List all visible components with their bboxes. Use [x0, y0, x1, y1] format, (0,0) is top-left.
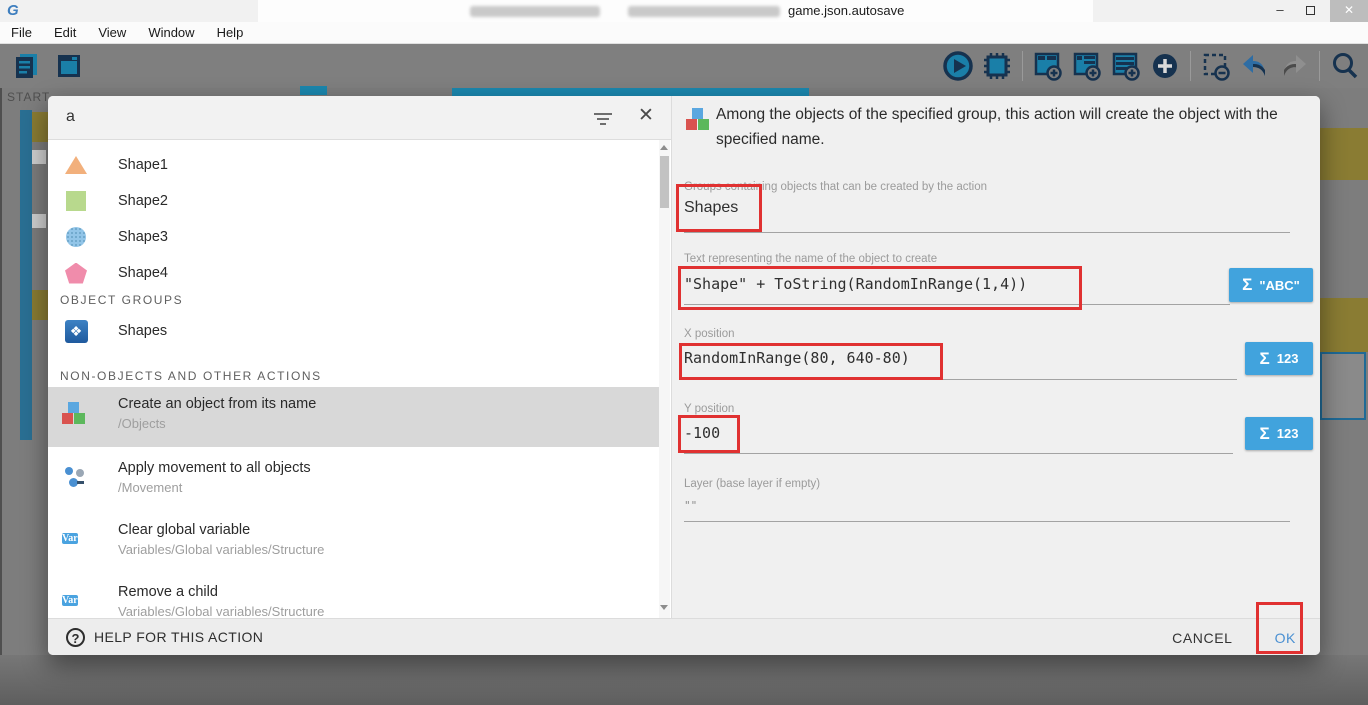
- circle-shape-icon: [64, 227, 88, 247]
- object-item-shape1[interactable]: Shape1: [48, 147, 660, 183]
- add-comment-icon[interactable]: [1109, 49, 1143, 83]
- background-comment-row: [1320, 298, 1368, 352]
- background-event-bar: [20, 110, 32, 440]
- background-tab-strip: [452, 88, 809, 96]
- background-comment-row: [1320, 128, 1368, 180]
- maximize-button[interactable]: [1296, 0, 1324, 22]
- action-description: Among the objects of the specified group…: [716, 102, 1312, 152]
- title-bar: G game.json.autosave – ✕: [0, 0, 1368, 22]
- movement-icon: [62, 466, 88, 492]
- field-label-object-name: Text representing the name of the object…: [684, 253, 937, 265]
- field-label-y-position: Y position: [684, 403, 734, 415]
- search-input[interactable]: a: [66, 108, 75, 126]
- redacted-path-blob: [470, 6, 600, 17]
- field-label-x-position: X position: [684, 328, 735, 340]
- variable-icon: Var: [62, 528, 88, 554]
- project-manager-icon[interactable]: [10, 49, 44, 83]
- redacted-path-blob: [628, 6, 780, 17]
- group-item-shapes[interactable]: ❖ Shapes: [48, 313, 660, 349]
- expression-builder-123-button[interactable]: Σ123: [1245, 342, 1313, 375]
- toolbar-separator: [1022, 51, 1023, 81]
- annotation-box-x-position: [679, 343, 943, 380]
- menu-bar: File Edit View Window Help: [0, 22, 1368, 44]
- help-icon[interactable]: ?: [66, 628, 85, 647]
- annotation-box-y-position: [678, 415, 740, 453]
- debug-icon[interactable]: [980, 49, 1014, 83]
- redo-icon[interactable]: [1277, 49, 1311, 83]
- menu-file[interactable]: File: [0, 25, 43, 40]
- background-panel-edge: [0, 88, 2, 705]
- section-header-object-groups: OBJECT GROUPS: [60, 293, 183, 307]
- open-scene-icon[interactable]: [52, 49, 86, 83]
- annotation-box-ok: [1256, 602, 1303, 654]
- search-icon[interactable]: [1328, 49, 1362, 83]
- object-item-shape3[interactable]: Shape3: [48, 219, 660, 255]
- toolbar-separator: [1190, 51, 1191, 81]
- undo-icon[interactable]: [1238, 49, 1272, 83]
- background-footer-area: [0, 655, 1368, 705]
- menu-window[interactable]: Window: [137, 25, 205, 40]
- action-item-clear-global-variable[interactable]: Var Clear global variable Variables/Glob…: [48, 513, 660, 571]
- variable-icon: Var: [62, 590, 88, 616]
- parameters-panel: Among the objects of the specified group…: [672, 96, 1320, 618]
- scroll-up-icon[interactable]: [660, 145, 668, 150]
- menu-view[interactable]: View: [87, 25, 137, 40]
- action-item-apply-movement[interactable]: Apply movement to all objects /Movement: [48, 451, 660, 509]
- action-item-create-object[interactable]: Create an object from its name /Objects: [48, 387, 660, 447]
- filter-icon[interactable]: [593, 110, 613, 126]
- gdevelop-logo-icon: G: [7, 2, 25, 20]
- background-row-hint: [32, 214, 46, 228]
- scrollbar-thumb[interactable]: [660, 156, 669, 208]
- actions-list: Shape1 Shape2 Shape3 Shape4 OBJECT GROUP…: [48, 140, 671, 618]
- toolbar: [0, 44, 1368, 88]
- expression-builder-abc-button[interactable]: Σ"ABC": [1229, 268, 1313, 302]
- pentagon-shape-icon: [64, 263, 88, 284]
- field-underline: [684, 232, 1290, 233]
- background-selected-event: [1320, 352, 1366, 420]
- search-bar[interactable]: a ✕: [48, 96, 672, 140]
- expression-builder-123-button[interactable]: Σ123: [1245, 417, 1313, 450]
- field-underline: [684, 521, 1290, 522]
- delete-selection-icon[interactable]: [1199, 49, 1233, 83]
- action-item-remove-child[interactable]: Var Remove a child Variables/Global vari…: [48, 575, 660, 618]
- toolbar-separator: [1319, 51, 1320, 81]
- play-preview-icon[interactable]: [941, 49, 975, 83]
- field-label-layer: Layer (base layer if empty): [684, 478, 820, 490]
- section-header-other-actions: NON-OBJECTS AND OTHER ACTIONS: [60, 369, 322, 383]
- window-title: game.json.autosave: [788, 3, 904, 18]
- menu-edit[interactable]: Edit: [43, 25, 87, 40]
- background-comment-row: [32, 290, 48, 320]
- layer-input[interactable]: "": [684, 499, 697, 512]
- add-event-icon[interactable]: [1031, 49, 1065, 83]
- clear-search-icon[interactable]: ✕: [634, 104, 658, 127]
- square-shape-icon: [64, 191, 88, 211]
- add-subevent-icon[interactable]: [1070, 49, 1104, 83]
- field-underline: [684, 453, 1233, 454]
- dialog-footer: ? HELP FOR THIS ACTION CANCEL OK: [48, 618, 1320, 655]
- cancel-button[interactable]: CANCEL: [1172, 630, 1232, 646]
- object-group-icon: ❖: [64, 320, 88, 343]
- annotation-box-group: [676, 184, 762, 232]
- object-item-shape4[interactable]: Shape4: [48, 255, 660, 291]
- background-row-hint: [32, 150, 46, 164]
- help-link[interactable]: HELP FOR THIS ACTION: [94, 629, 263, 645]
- object-item-shape2[interactable]: Shape2: [48, 183, 660, 219]
- background-comment-row: [32, 112, 48, 142]
- action-editor-dialog: a ✕ Shape1 Shape2 Shape3 Shape4 OBJECT G…: [48, 96, 1320, 655]
- list-scrollbar[interactable]: [659, 140, 670, 618]
- scroll-down-icon[interactable]: [660, 605, 668, 610]
- close-window-button[interactable]: ✕: [1330, 0, 1368, 22]
- add-circle-icon[interactable]: [1148, 49, 1182, 83]
- menu-help[interactable]: Help: [206, 25, 255, 40]
- create-object-icon: [62, 402, 88, 428]
- annotation-box-object-name: [678, 266, 1082, 310]
- triangle-shape-icon: [64, 156, 88, 174]
- background-scene-tab: START: [7, 90, 50, 104]
- background-tab-indicator: [300, 86, 327, 95]
- minimize-button[interactable]: –: [1266, 0, 1294, 22]
